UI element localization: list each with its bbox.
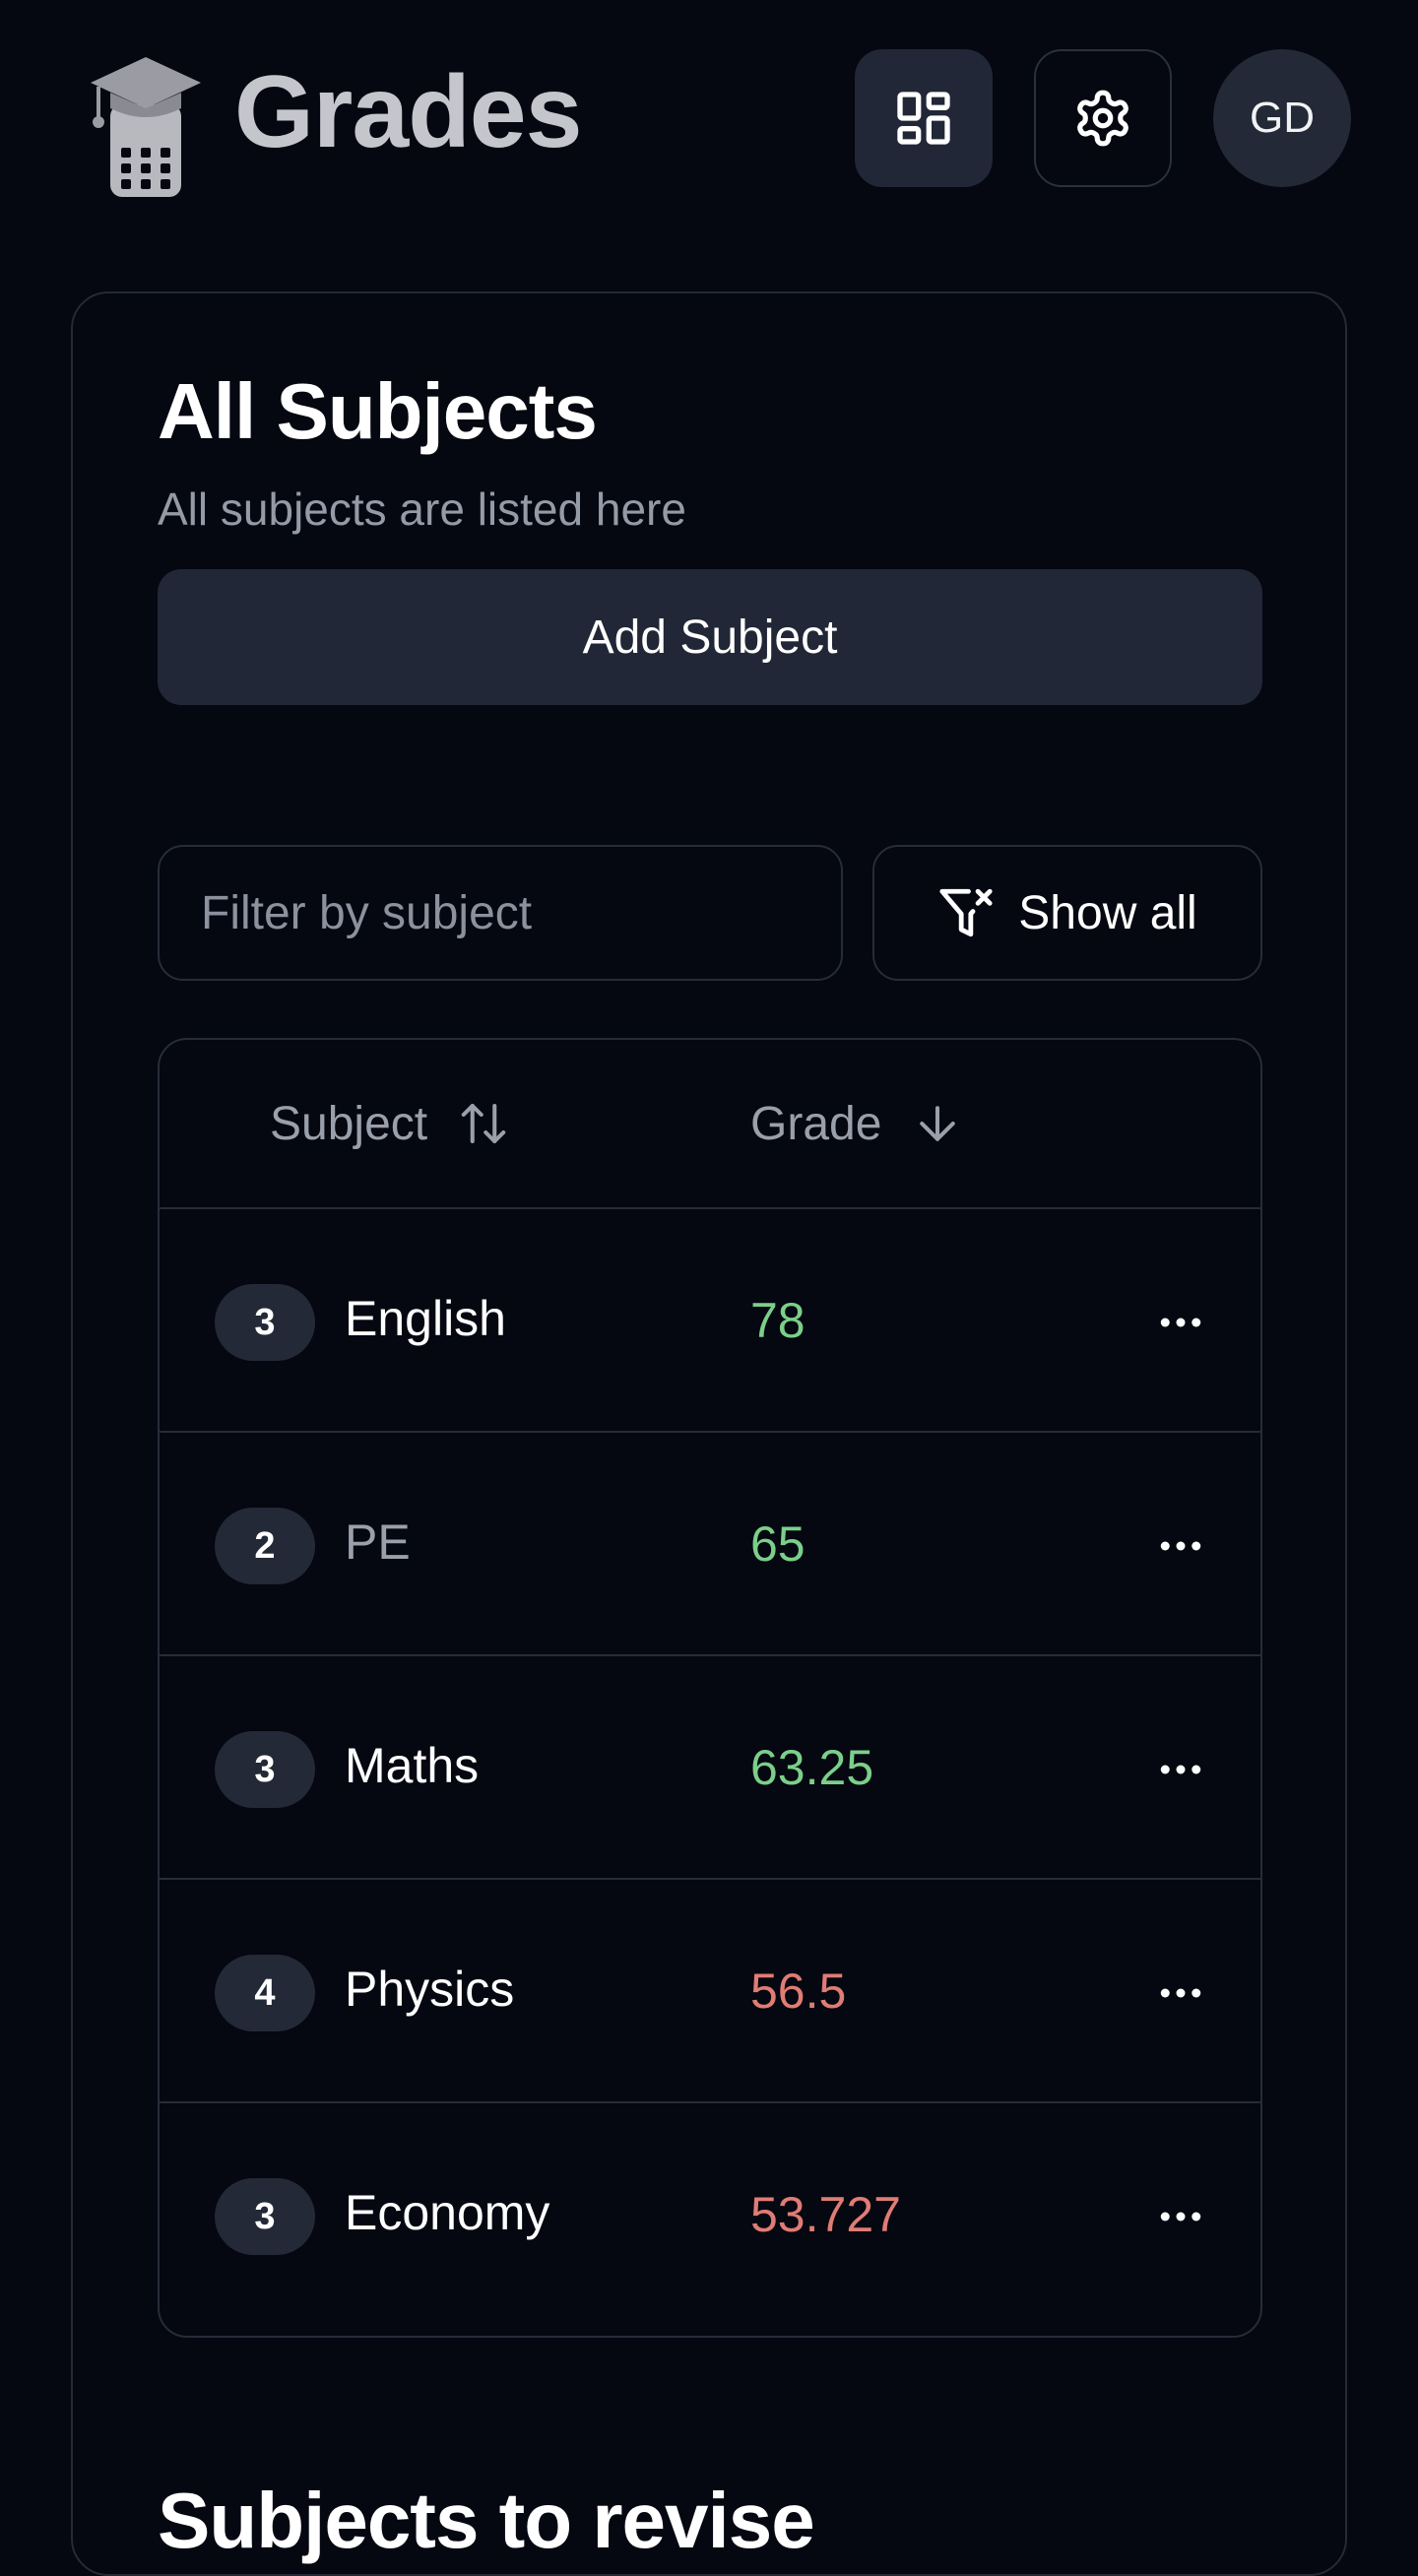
- grade-value: 78: [750, 1293, 806, 1348]
- subject-name: PE: [345, 1514, 411, 1570]
- more-horizontal-icon: [1160, 1765, 1201, 1774]
- card-subtitle: All subjects are listed here: [158, 483, 686, 535]
- grade-value: 63.25: [750, 1740, 874, 1795]
- show-all-button[interactable]: Show all: [872, 845, 1262, 981]
- subjects-table: Subject Grade 3 English 78 2 PE 65 3 Mat…: [158, 1038, 1262, 2338]
- more-horizontal-icon: [1160, 2212, 1201, 2222]
- show-all-label: Show all: [1018, 886, 1197, 939]
- filter-subject-input[interactable]: [158, 845, 843, 981]
- column-header-label: Subject: [270, 1097, 428, 1150]
- column-header-subject[interactable]: Subject: [270, 1040, 510, 1207]
- dashboard-button[interactable]: [855, 49, 993, 187]
- row-actions-button[interactable]: [1136, 1725, 1225, 1814]
- filter-x-icon: [939, 888, 993, 937]
- card-title: All Subjects: [158, 367, 598, 455]
- table-row[interactable]: 2 PE 65: [160, 1433, 1260, 1656]
- graduation-cap-calculator-icon: [87, 53, 205, 199]
- gear-icon: [1077, 90, 1128, 147]
- more-horizontal-icon: [1160, 1988, 1201, 1998]
- count-badge: 4: [215, 1955, 315, 2031]
- subject-name: Physics: [345, 1962, 515, 2017]
- grade-value: 65: [750, 1516, 806, 1572]
- column-header-label: Grade: [750, 1097, 882, 1150]
- more-horizontal-icon: [1160, 1541, 1201, 1551]
- table-row[interactable]: 3 English 78: [160, 1209, 1260, 1433]
- table-row[interactable]: 3 Economy 53.727: [160, 2103, 1260, 2327]
- subjects-to-revise-heading: Subjects to revise: [158, 2477, 815, 2564]
- sort-up-down-icon: [461, 1103, 506, 1144]
- row-actions-button[interactable]: [1136, 2172, 1225, 2261]
- column-header-grade[interactable]: Grade: [750, 1040, 964, 1207]
- app-title: Grades: [234, 55, 582, 169]
- user-avatar[interactable]: GD: [1213, 49, 1351, 187]
- more-horizontal-icon: [1160, 1318, 1201, 1327]
- settings-button[interactable]: [1034, 49, 1172, 187]
- table-row[interactable]: 4 Physics 56.5: [160, 1880, 1260, 2103]
- subject-name: English: [345, 1291, 506, 1346]
- count-badge: 3: [215, 1731, 315, 1808]
- add-subject-button[interactable]: Add Subject: [158, 569, 1262, 705]
- table-header: Subject Grade: [160, 1040, 1260, 1209]
- row-actions-button[interactable]: [1136, 1278, 1225, 1367]
- row-actions-button[interactable]: [1136, 1949, 1225, 2037]
- count-badge: 3: [215, 1284, 315, 1361]
- subject-name: Maths: [345, 1738, 480, 1793]
- app-header: Grades GD: [0, 0, 1418, 236]
- subject-name: Economy: [345, 2185, 550, 2240]
- arrow-down-icon: [920, 1106, 956, 1141]
- grade-value: 53.727: [750, 2187, 901, 2242]
- count-badge: 3: [215, 2178, 315, 2255]
- dashboard-grid-icon: [897, 92, 950, 145]
- row-actions-button[interactable]: [1136, 1502, 1225, 1590]
- count-badge: 2: [215, 1508, 315, 1584]
- grade-value: 56.5: [750, 1964, 847, 2019]
- table-row[interactable]: 3 Maths 63.25: [160, 1656, 1260, 1880]
